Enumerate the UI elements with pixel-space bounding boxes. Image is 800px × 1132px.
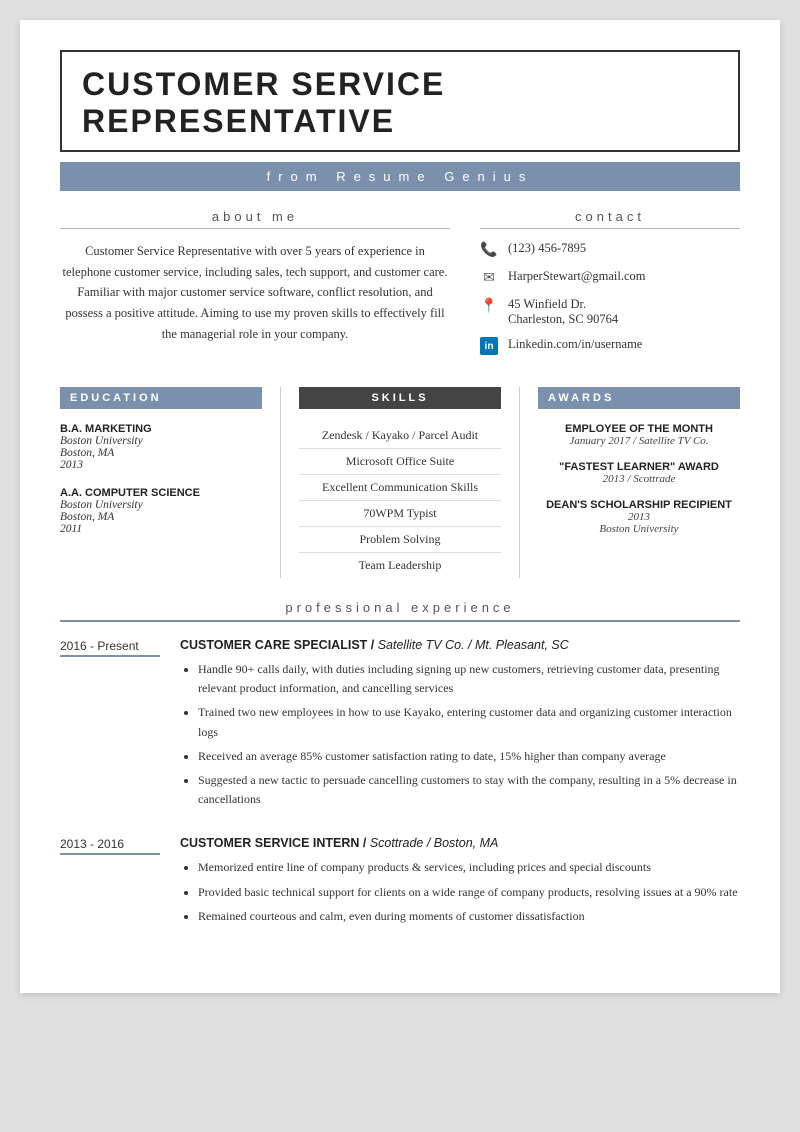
education-column: EDUCATION B.A. MARKETING Boston Universi… — [60, 387, 280, 578]
skill-4: 70WPM Typist — [299, 501, 501, 527]
job-1-dates: 2016 - Present — [60, 638, 160, 657]
source-banner: from Resume Genius — [60, 162, 740, 191]
linkedin-icon: in — [480, 337, 498, 355]
skill-1: Zendesk / Kayako / Parcel Audit — [299, 423, 501, 449]
resume-document: CUSTOMER SERVICE REPRESENTATIVE from Res… — [20, 20, 780, 993]
phone-number: (123) 456-7895 — [508, 241, 586, 256]
award-detail-1: January 2017 / Satellite TV Co. — [538, 435, 740, 447]
edu-entry-1: B.A. MARKETING Boston University Boston,… — [60, 423, 262, 471]
award-3: DEAN'S SCHOLARSHIP RECIPIENT 2013 Boston… — [538, 499, 740, 535]
award-1: EMPLOYEE OF THE MONTH January 2017 / Sat… — [538, 423, 740, 447]
award-title-1: EMPLOYEE OF THE MONTH — [538, 423, 740, 435]
job-2-bullets: Memorized entire line of company product… — [180, 858, 740, 926]
linkedin-url: Linkedin.com/in/username — [508, 337, 642, 352]
edu-year-2: 2011 — [60, 523, 262, 535]
job-2-row: 2013 - 2016 CUSTOMER SERVICE INTERN / Sc… — [60, 836, 740, 931]
job-2-dates: 2013 - 2016 — [60, 836, 160, 855]
contact-column: contact 📞 (123) 456-7895 ✉ HarperStewart… — [480, 209, 740, 365]
award-detail-2: 2013 / Scottrade — [538, 473, 740, 485]
contact-address: 📍 45 Winfield Dr. Charleston, SC 90764 — [480, 297, 740, 327]
job-2-title: CUSTOMER SERVICE INTERN / Scottrade / Bo… — [180, 836, 740, 850]
job-1-title: CUSTOMER CARE SPECIALIST / Satellite TV … — [180, 638, 740, 652]
award-2: "FASTEST LEARNER" AWARD 2013 / Scottrade — [538, 461, 740, 485]
phone-icon: 📞 — [480, 241, 498, 259]
job-2: 2013 - 2016 CUSTOMER SERVICE INTERN / Sc… — [60, 836, 740, 931]
award-org-3: Boston University — [538, 523, 740, 535]
job-2-content: CUSTOMER SERVICE INTERN / Scottrade / Bo… — [180, 836, 740, 931]
email-address: HarperStewart@gmail.com — [508, 269, 646, 284]
edu-school-2: Boston University — [60, 499, 262, 511]
contact-list: 📞 (123) 456-7895 ✉ HarperStewart@gmail.c… — [480, 241, 740, 355]
bullet-item: Memorized entire line of company product… — [198, 858, 740, 877]
bullet-item: Trained two new employees in how to use … — [198, 703, 740, 741]
job-1-bullets: Handle 90+ calls daily, with duties incl… — [180, 660, 740, 809]
experience-heading: professional experience — [60, 600, 740, 622]
contact-email: ✉ HarperStewart@gmail.com — [480, 269, 740, 287]
email-icon: ✉ — [480, 269, 498, 287]
title-box: CUSTOMER SERVICE REPRESENTATIVE — [60, 50, 740, 152]
bullet-item: Received an average 85% customer satisfa… — [198, 747, 740, 766]
skills-column: SKILLS Zendesk / Kayako / Parcel Audit M… — [280, 387, 520, 578]
job-1-row: 2016 - Present CUSTOMER CARE SPECIALIST … — [60, 638, 740, 814]
about-me-text: Customer Service Representative with ove… — [60, 241, 450, 344]
award-title-3: DEAN'S SCHOLARSHIP RECIPIENT — [538, 499, 740, 511]
contact-phone: 📞 (123) 456-7895 — [480, 241, 740, 259]
edu-year-1: 2013 — [60, 459, 262, 471]
edu-city-1: Boston, MA — [60, 447, 262, 459]
award-title-2: "FASTEST LEARNER" AWARD — [538, 461, 740, 473]
award-year-3: 2013 — [538, 511, 740, 523]
about-me-heading: about me — [60, 209, 450, 229]
edu-degree-1: B.A. MARKETING — [60, 423, 262, 435]
about-me-column: about me Customer Service Representative… — [60, 209, 450, 365]
contact-linkedin: in Linkedin.com/in/username — [480, 337, 740, 355]
job-1: 2016 - Present CUSTOMER CARE SPECIALIST … — [60, 638, 740, 814]
resume-title: CUSTOMER SERVICE REPRESENTATIVE — [82, 66, 718, 140]
edu-degree-2: A.A. COMPUTER SCIENCE — [60, 487, 262, 499]
professional-experience-section: professional experience 2016 - Present C… — [60, 600, 740, 931]
skill-6: Team Leadership — [299, 553, 501, 578]
contact-heading: contact — [480, 209, 740, 229]
skill-5: Problem Solving — [299, 527, 501, 553]
location-icon: 📍 — [480, 297, 498, 315]
top-section: about me Customer Service Representative… — [60, 209, 740, 365]
skills-list: Zendesk / Kayako / Parcel Audit Microsof… — [299, 423, 501, 578]
bullet-item: Suggested a new tactic to persuade cance… — [198, 771, 740, 809]
job-1-content: CUSTOMER CARE SPECIALIST / Satellite TV … — [180, 638, 740, 814]
bullet-item: Provided basic technical support for cli… — [198, 883, 740, 902]
address-text: 45 Winfield Dr. Charleston, SC 90764 — [508, 297, 618, 327]
bullet-item: Handle 90+ calls daily, with duties incl… — [198, 660, 740, 698]
edu-entry-2: A.A. COMPUTER SCIENCE Boston University … — [60, 487, 262, 535]
education-heading: EDUCATION — [60, 387, 262, 409]
edu-city-2: Boston, MA — [60, 511, 262, 523]
skills-heading: SKILLS — [299, 387, 501, 409]
awards-heading: AWARDS — [538, 387, 740, 409]
skill-2: Microsoft Office Suite — [299, 449, 501, 475]
awards-column: AWARDS EMPLOYEE OF THE MONTH January 201… — [520, 387, 740, 578]
edu-school-1: Boston University — [60, 435, 262, 447]
three-column-section: EDUCATION B.A. MARKETING Boston Universi… — [60, 387, 740, 578]
skill-3: Excellent Communication Skills — [299, 475, 501, 501]
bullet-item: Remained courteous and calm, even during… — [198, 907, 740, 926]
